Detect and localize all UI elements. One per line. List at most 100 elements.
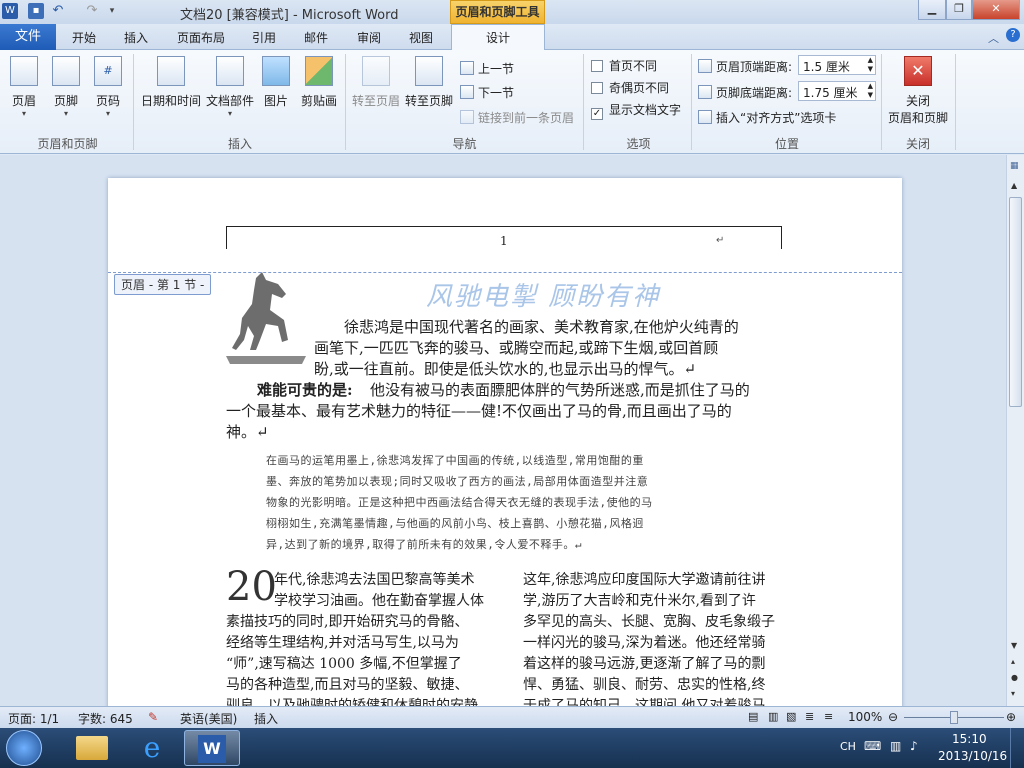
col1-line-2: 学校学习油画。他在勤奋掌握人体 — [274, 593, 484, 609]
tab-mailings[interactable]: 邮件 — [304, 29, 328, 46]
col2-line-3: 多罕见的高头、长腿、宽胸、皮毛象缎子 — [523, 614, 775, 630]
save-icon[interactable]: ▪ — [28, 3, 44, 19]
footer-button[interactable]: 页脚 ▾ — [52, 56, 80, 119]
minimize-ribbon-icon[interactable]: ︿ — [988, 30, 999, 46]
close-header-footer-button[interactable]: ✕ 关闭 页眉和页脚 — [886, 56, 950, 126]
next-page-icon[interactable]: ▾ — [1011, 689, 1015, 698]
taskbar-ie-icon[interactable]: e — [124, 730, 180, 766]
scroll-thumb[interactable] — [1009, 197, 1022, 407]
group-label-options: 选项 — [626, 137, 651, 151]
goto-footer-button[interactable]: 转至页脚 — [405, 56, 453, 109]
spinner-arrows-icon[interactable]: ▲ ▼ — [868, 56, 873, 74]
tab-home[interactable]: 开始 — [72, 29, 96, 46]
tab-view[interactable]: 视图 — [409, 29, 433, 46]
zoom-out-icon[interactable]: ⊖ — [888, 710, 898, 724]
first-page-different-checkbox[interactable]: 首页不同 — [591, 57, 657, 74]
draft-view-icon[interactable]: ≡ — [824, 710, 833, 723]
insert-alignment-tab-button[interactable]: 插入“对齐方式”选项卡 — [698, 109, 836, 126]
para2-bold-lead: 难能可贵的是: — [257, 381, 353, 399]
spinner-arrows-icon[interactable]: ▲ ▼ — [868, 82, 873, 100]
page-number-button[interactable]: # 页码 ▾ — [94, 56, 122, 119]
para2-line-1: 他没有被马的表面膘肥体胖的气势所迷惑,而是抓住了马的 — [370, 381, 750, 399]
taskbar-word-icon[interactable]: W — [184, 730, 240, 766]
doc-parts-button[interactable]: 文档部件 ▾ — [205, 56, 255, 119]
para1-line-2: 画笔下,一匹匹飞奔的骏马、或腾空而起,或蹄下生烟,或回首顾 — [314, 339, 719, 357]
redo-icon[interactable]: ↷ — [84, 3, 100, 19]
select-browse-object-icon[interactable]: ● — [1011, 673, 1018, 682]
date-time-button[interactable]: 日期和时间 — [140, 56, 202, 109]
alignment-tab-icon — [698, 110, 712, 124]
proofing-icon[interactable]: ✎ — [148, 710, 158, 724]
group-divider — [583, 54, 584, 150]
wordart-title[interactable]: 风驰电掣 顾盼有神 — [426, 276, 660, 313]
clock-time[interactable]: 15:10 — [952, 732, 987, 746]
previous-page-icon[interactable]: ▴ — [1011, 657, 1015, 666]
network-icon[interactable]: ▥ — [890, 739, 901, 753]
undo-icon[interactable]: ↶ — [50, 3, 66, 19]
tab-references[interactable]: 引用 — [252, 29, 276, 46]
minimize-button[interactable]: ▁ — [918, 0, 946, 20]
header-distance-icon — [698, 59, 712, 73]
page-count-status[interactable]: 页面: 1/1 — [8, 710, 59, 727]
goto-header-icon — [362, 56, 390, 86]
word-app-icon[interactable]: W — [2, 3, 18, 19]
title-bar: W ▪ ↶ ↷ ▾ 文档20 [兼容模式] - Microsoft Word 页… — [0, 0, 1024, 24]
drop-cap: 20 — [226, 564, 277, 610]
link-icon — [460, 110, 474, 124]
group-label-position: 位置 — [774, 137, 799, 151]
tab-design[interactable]: 设计 — [451, 24, 545, 51]
show-document-text-checkbox[interactable]: ✓ 显示文档文字 — [591, 101, 681, 120]
volume-icon[interactable]: ♪ — [910, 739, 918, 753]
header-top-distance-input[interactable]: 1.5 厘米 ▲ ▼ — [798, 55, 876, 75]
zoom-slider-thumb[interactable] — [950, 711, 958, 724]
link-to-previous-button[interactable]: 链接到前一条页眉 — [460, 109, 574, 126]
customize-qat-icon[interactable]: ▾ — [104, 3, 120, 19]
group-divider — [133, 54, 134, 150]
scroll-down-icon[interactable]: ▼ — [1011, 641, 1017, 650]
para3-line-4: 栩栩如生,充满笔墨情趣,与他画的风前小鸟、枝上喜鹊、小憩花猫,风格迥 — [266, 517, 644, 530]
full-screen-reading-icon[interactable]: ▥ — [768, 710, 778, 723]
clipart-button[interactable]: 剪贴画 — [300, 56, 338, 109]
tab-insert[interactable]: 插入 — [124, 29, 148, 46]
odd-even-different-checkbox[interactable]: 奇偶页不同 — [591, 79, 669, 96]
para2-line-2: 一个最基本、最有艺术魅力的特征——健!不仅画出了马的骨,而且画出了马的 — [226, 402, 732, 420]
document-page[interactable]: 1 ↵ 页眉 - 第 1 节 - 风驰电掣 顾盼有神 徐悲鸿是中国现代著名的画家… — [108, 178, 902, 706]
outline-view-icon[interactable]: ≣ — [805, 710, 814, 723]
para1-line-1: 徐悲鸿是中国现代著名的画家、美术教育家,在他炉火纯青的 — [344, 318, 739, 336]
horse-image[interactable] — [226, 270, 306, 366]
tab-page-layout[interactable]: 页面布局 — [177, 29, 225, 46]
zoom-in-icon[interactable]: ⊕ — [1006, 710, 1016, 724]
web-layout-icon[interactable]: ▧ — [786, 710, 796, 723]
header-button[interactable]: 页眉 ▾ — [10, 56, 38, 119]
vertical-scrollbar[interactable]: ▦ ▲ ▼ ▴ ● ▾ — [1006, 155, 1024, 706]
start-button[interactable] — [6, 730, 42, 766]
keyboard-icon[interactable]: ⌨ — [864, 739, 881, 753]
clock-date[interactable]: 2013/10/16 — [938, 749, 1007, 763]
print-layout-view-icon[interactable]: ▤ — [748, 710, 758, 723]
group-label-navigation: 导航 — [452, 137, 477, 151]
language-status[interactable]: 英语(美国) — [180, 710, 237, 727]
zoom-level[interactable]: 100% — [848, 710, 882, 724]
taskbar-explorer-icon[interactable] — [64, 730, 120, 766]
ruler-toggle-icon[interactable]: ▦ — [1010, 161, 1019, 171]
picture-button[interactable]: 图片 — [262, 56, 290, 109]
scroll-up-icon[interactable]: ▲ — [1011, 181, 1017, 190]
para2-line-3: 神。↵ — [226, 423, 269, 441]
insert-mode-status[interactable]: 插入 — [254, 710, 278, 727]
ime-indicator[interactable]: CH — [840, 740, 856, 753]
tab-review[interactable]: 审阅 — [357, 29, 381, 46]
previous-section-button[interactable]: 上一节 — [460, 60, 514, 77]
col1-line-6: 马的各种造型,而且对马的坚毅、敏捷、 — [226, 677, 469, 693]
maximize-button[interactable]: ❐ — [946, 0, 972, 20]
previous-section-icon — [460, 61, 474, 75]
show-desktop-button[interactable] — [1010, 728, 1024, 768]
next-section-button[interactable]: 下一节 — [460, 84, 514, 101]
goto-header-button[interactable]: 转至页眉 — [352, 56, 400, 109]
tab-file[interactable]: 文件 — [0, 24, 56, 50]
word-count-status[interactable]: 字数: 645 — [78, 710, 133, 727]
help-icon[interactable]: ? — [1006, 28, 1020, 42]
footer-bottom-distance-input[interactable]: 1.75 厘米 ▲ ▼ — [798, 81, 876, 101]
document-area[interactable]: 1 ↵ 页眉 - 第 1 节 - 风驰电掣 顾盼有神 徐悲鸿是中国现代著名的画家… — [0, 155, 1006, 706]
close-red-x-icon: ✕ — [904, 56, 932, 86]
close-button[interactable]: ✕ — [972, 0, 1020, 20]
